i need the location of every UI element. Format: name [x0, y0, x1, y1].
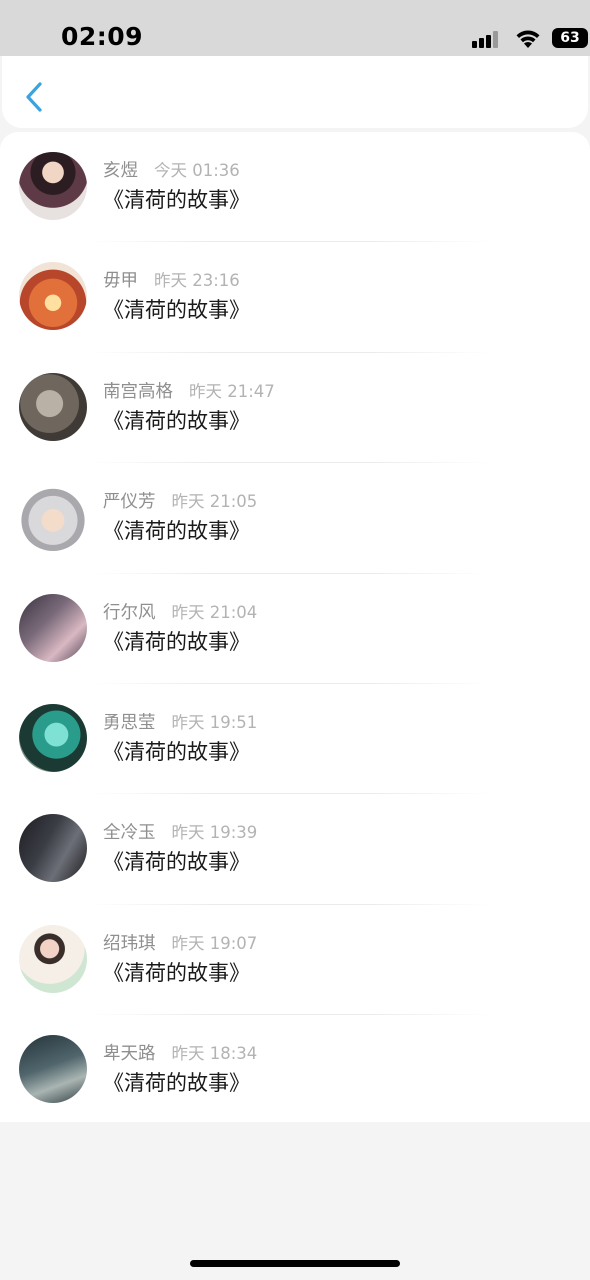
list-item[interactable]: 亥煜 今天 01:36 《清荷的故事》 [0, 132, 590, 243]
comment-list: 亥煜 今天 01:36 《清荷的故事》 毋甲 昨天 23:16 《清荷的故事》 南宫… [0, 132, 590, 1122]
list-item[interactable]: 严仪芳 昨天 21:05 《清荷的故事》 [0, 463, 590, 574]
comment-time: 昨天 19:51 [171, 712, 258, 732]
nav-bar [2, 56, 588, 128]
comment-time: 昨天 21:04 [171, 602, 258, 622]
commenter-name: 勇思莹 [103, 712, 156, 733]
wifi-icon [516, 30, 540, 48]
avatar[interactable] [19, 262, 87, 331]
list-item[interactable]: 行尔风 昨天 21:04 《清荷的故事》 [0, 574, 590, 684]
status-time: 02:09 [61, 22, 144, 51]
comment-time: 昨天 23:16 [154, 271, 240, 291]
comment-text: 《清荷的故事》 [103, 408, 250, 433]
comment-text: 《清荷的故事》 [103, 188, 250, 212]
commenter-name: 亥煜 [103, 161, 138, 181]
commenter-name: 全冷玉 [103, 823, 156, 844]
list-item[interactable]: 勇思莹 昨天 19:51 《清荷的故事》 [0, 684, 590, 795]
list-item[interactable]: 绍玮琪 昨天 19:07 《清荷的故事》 [0, 905, 590, 1016]
status-bar: 02:09 63 [0, 0, 590, 56]
avatar[interactable] [19, 814, 87, 883]
commenter-name: 严仪芳 [103, 492, 156, 513]
comment-time: 昨天 21:05 [171, 492, 258, 512]
commenter-name: 南宫高格 [103, 381, 173, 402]
list-item[interactable]: 卑天路 昨天 18:34 《清荷的故事》 [0, 1015, 590, 1125]
battery-icon: 63 [552, 28, 588, 48]
comment-text: 《清荷的故事》 [103, 629, 250, 654]
list-item[interactable]: 毋甲 昨天 23:16 《清荷的故事》 [0, 242, 590, 353]
avatar[interactable] [19, 703, 87, 772]
avatar[interactable] [19, 593, 87, 662]
list-item[interactable]: 全冷玉 昨天 19:39 《清荷的故事》 [0, 794, 590, 905]
list-item[interactable]: 南宫高格 昨天 21:47 《清荷的故事》 [0, 353, 590, 464]
comment-text: 《清荷的故事》 [103, 850, 250, 875]
comment-text: 《清荷的故事》 [103, 519, 250, 544]
comment-text: 《清荷的故事》 [103, 1071, 250, 1096]
commenter-name: 卑天路 [103, 1044, 156, 1065]
comment-time: 今天 01:36 [154, 161, 240, 180]
commenter-name: 绍玮琪 [103, 933, 156, 954]
commenter-name: 毋甲 [103, 271, 138, 292]
home-indicator[interactable] [190, 1260, 400, 1267]
comment-time: 昨天 19:07 [171, 933, 258, 953]
avatar[interactable] [19, 483, 87, 552]
cellular-signal-icon [472, 30, 504, 50]
comment-text: 《清荷的故事》 [103, 960, 250, 985]
comment-time: 昨天 19:39 [171, 823, 258, 843]
avatar[interactable] [19, 924, 87, 993]
comment-time: 昨天 21:47 [189, 381, 275, 401]
back-button[interactable] [22, 80, 50, 114]
avatar[interactable] [19, 372, 87, 441]
comment-text: 《清荷的故事》 [103, 739, 250, 764]
avatar[interactable] [19, 152, 87, 220]
comment-time: 昨天 18:34 [171, 1044, 258, 1064]
commenter-name: 行尔风 [103, 602, 156, 623]
avatar[interactable] [19, 1035, 87, 1104]
chevron-left-icon [26, 82, 42, 112]
comment-text: 《清荷的故事》 [103, 298, 250, 323]
